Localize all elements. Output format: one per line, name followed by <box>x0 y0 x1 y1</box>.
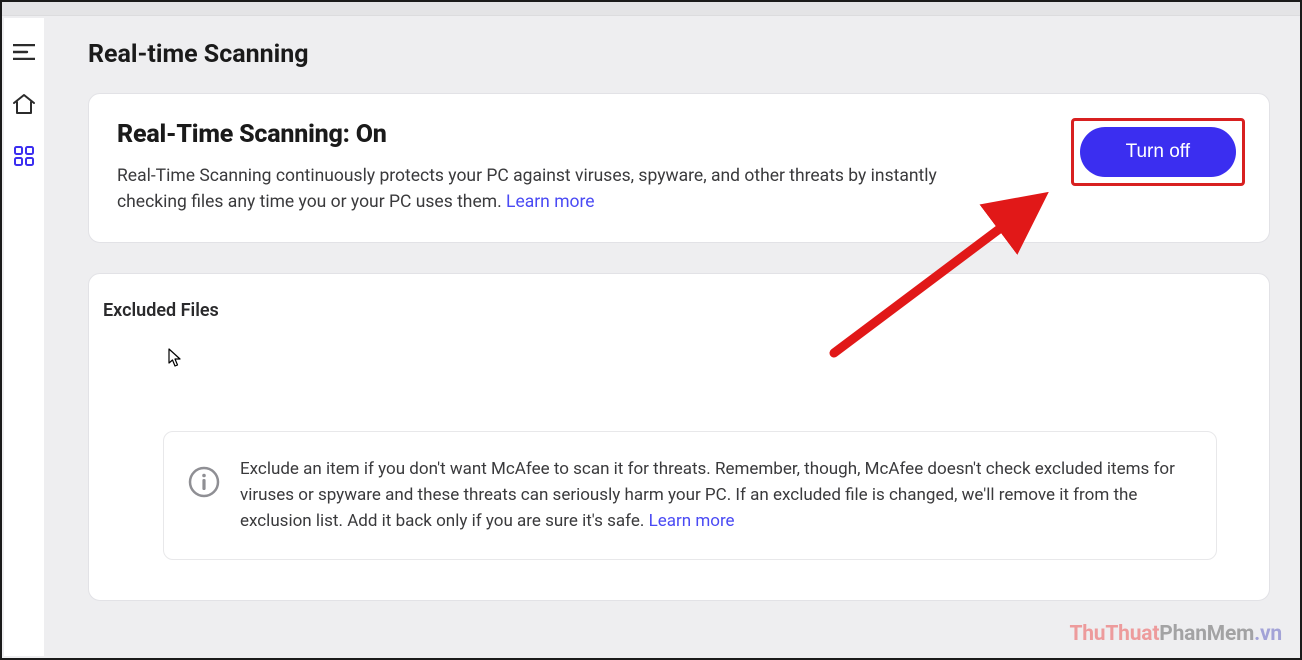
home-icon[interactable] <box>12 92 36 116</box>
window-topbar <box>2 2 1300 16</box>
scanning-status-description: Real-Time Scanning continuously protects… <box>117 163 957 216</box>
sidebar <box>4 18 44 656</box>
app-window: Real-time Scanning Real-Time Scanning: O… <box>0 0 1302 660</box>
learn-more-link[interactable]: Learn more <box>506 192 595 212</box>
apps-icon[interactable] <box>12 144 36 168</box>
menu-icon[interactable] <box>12 40 36 64</box>
turn-off-highlight-box: Turn off <box>1071 118 1245 186</box>
excluded-files-card: Excluded Files Exclude an item if you do… <box>88 273 1270 601</box>
main-content: Real-time Scanning Real-Time Scanning: O… <box>44 18 1298 656</box>
info-icon <box>188 466 220 498</box>
realtime-scanning-card: Real-Time Scanning: On Real-Time Scannin… <box>88 93 1270 243</box>
excluded-files-heading: Excluded Files <box>103 300 1241 321</box>
excluded-learn-more-link[interactable]: Learn more <box>649 511 735 531</box>
turn-off-button[interactable]: Turn off <box>1080 127 1236 177</box>
scanning-status-heading: Real-Time Scanning: On <box>117 120 1051 149</box>
excluded-info-box: Exclude an item if you don't want McAfee… <box>163 431 1217 560</box>
page-title: Real-time Scanning <box>88 40 1270 69</box>
excluded-info-text: Exclude an item if you don't want McAfee… <box>240 456 1188 535</box>
